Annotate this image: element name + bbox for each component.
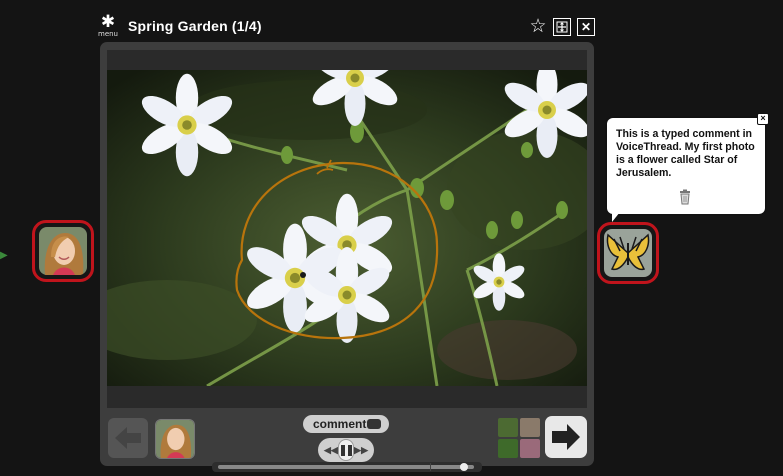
playback-controls: ◀◀ ▶▶ [318, 438, 374, 462]
menu-button[interactable]: ✱ menu [94, 12, 122, 40]
media-frame-top [107, 50, 587, 70]
pause-icon[interactable] [337, 439, 355, 461]
slide-thumb [498, 418, 518, 437]
progress-marker [430, 463, 431, 471]
butterfly-avatar [604, 229, 652, 277]
menu-label: menu [98, 30, 118, 38]
gear-icon: ✱ [100, 12, 116, 31]
comment-text: This is a typed comment in VoiceThread. … [616, 128, 755, 179]
progress-knob[interactable] [460, 463, 468, 471]
next-slide-button[interactable] [545, 416, 587, 458]
header-actions: ☆ ✕ [529, 17, 595, 36]
right-arrow-icon [552, 424, 580, 450]
comment-bubble-tail [612, 212, 624, 222]
prev-slide-button[interactable] [108, 418, 148, 458]
fast-forward-icon[interactable]: ▶▶ [354, 445, 368, 456]
close-icon[interactable]: × [757, 113, 769, 125]
current-commenter-thumb[interactable] [155, 419, 195, 459]
close-icon[interactable]: ✕ [577, 18, 595, 36]
rewind-icon[interactable]: ◀◀ [324, 445, 338, 456]
slide-thumb [520, 418, 540, 437]
left-arrow-icon [115, 427, 141, 449]
trash-icon[interactable] [678, 189, 692, 205]
slides-grid-icon[interactable] [498, 418, 540, 458]
commenter-avatar-left[interactable] [32, 220, 94, 282]
comment-button[interactable]: comment [303, 415, 389, 433]
slide-thumb [520, 439, 540, 458]
woman-avatar [39, 227, 87, 275]
comment-button-label: comment [313, 417, 367, 431]
progress-bar[interactable] [218, 465, 474, 469]
slide-thumb [498, 439, 518, 458]
fullscreen-icon[interactable] [553, 18, 571, 36]
commenter-avatar-right[interactable] [597, 222, 659, 284]
arrow-right-icon: ▶ [0, 250, 8, 261]
speech-bubble-icon [367, 419, 381, 429]
page-title: Spring Garden (1/4) [128, 18, 262, 34]
media-frame-bottom [107, 386, 587, 408]
star-icon[interactable]: ☆ [529, 17, 547, 36]
flower-photo[interactable] [107, 70, 587, 386]
